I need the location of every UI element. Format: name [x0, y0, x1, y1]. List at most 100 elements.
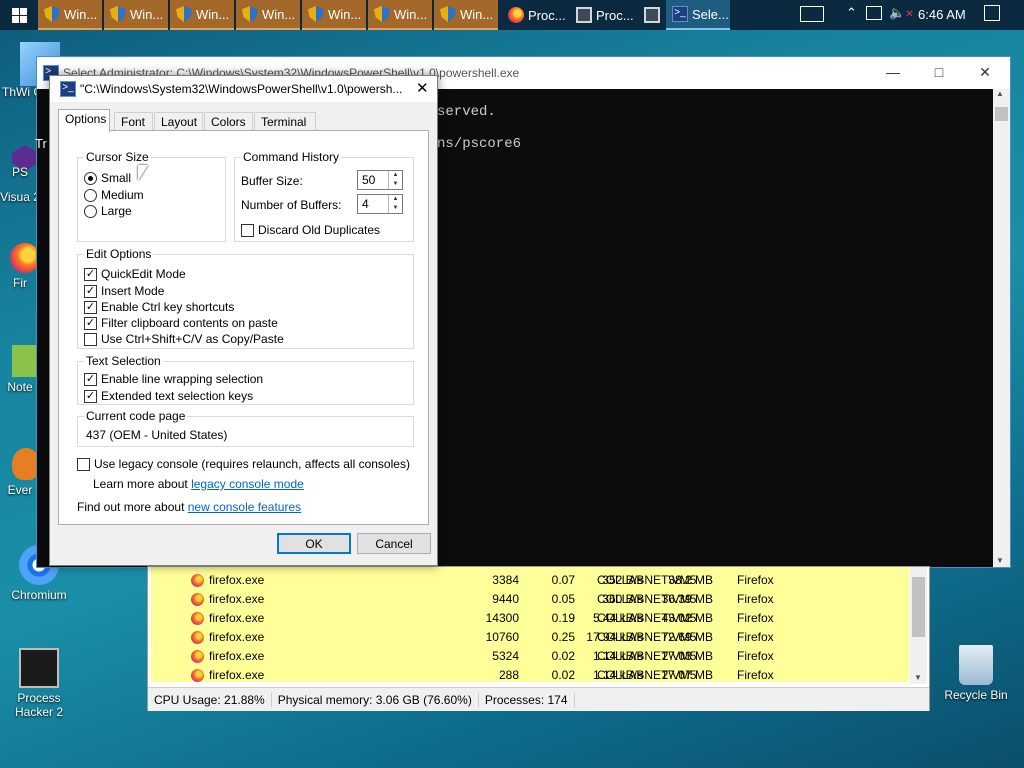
desktop-icon[interactable]: Process Hacker 2 — [1, 648, 77, 719]
cell-name: firefox.exe — [209, 630, 265, 644]
cursor-small-radio[interactable]: Small — [84, 171, 131, 185]
powershell-icon: >_ — [60, 81, 76, 97]
chevron-up-icon[interactable]: ⌃ — [846, 5, 857, 21]
console-features-link[interactable]: new console features — [188, 500, 301, 514]
tab-options[interactable]: Options — [58, 109, 110, 132]
checkbox-icon — [84, 332, 97, 346]
taskbar-item-label: Proc... — [596, 7, 634, 23]
ctrl-shift-cv-checkbox[interactable]: Use Ctrl+Shift+C/V as Copy/Paste — [84, 332, 284, 346]
dialog-titlebar: >_ "C:\Windows\System32\WindowsPowerShel… — [50, 76, 437, 102]
clock[interactable]: 6:46 AM — [918, 7, 966, 22]
taskbar-item[interactable]: Win... — [368, 0, 432, 30]
taskbar-item[interactable]: Win... — [38, 0, 102, 30]
taskbar-item[interactable]: Win... — [302, 0, 366, 30]
taskbar-item[interactable]: Win... — [236, 0, 300, 30]
discard-duplicates-checkbox[interactable]: Discard Old Duplicates — [241, 223, 380, 237]
tab-layout[interactable]: Layout — [154, 112, 203, 131]
process-list-scrollbar[interactable]: ▼ — [910, 567, 927, 684]
cell-desc: Firefox — [737, 592, 774, 606]
buffer-size-stepper[interactable]: 50 ▲ ▼ — [357, 170, 403, 190]
close-button[interactable]: ✕ — [962, 57, 1008, 87]
desktop-icon-label: PS — [11, 165, 28, 179]
buffer-size-value[interactable]: 50 — [358, 173, 388, 187]
filter-clipboard-checkbox[interactable]: ✓ Filter clipboard contents on paste — [84, 316, 278, 330]
maximize-button[interactable]: □ — [916, 57, 962, 87]
close-button[interactable]: ✕ — [416, 79, 429, 97]
taskbar: Win... Win... Win... Win... Win... Win..… — [0, 0, 1024, 30]
spin-down-icon[interactable]: ▼ — [389, 180, 402, 189]
cancel-button[interactable]: Cancel — [357, 533, 431, 554]
quickedit-checkbox[interactable]: ✓ QuickEdit Mode — [84, 267, 186, 281]
radio-icon — [84, 188, 97, 202]
firefox-icon — [191, 631, 204, 644]
desktop-icon-label: Ever — [7, 483, 33, 497]
taskbar-item[interactable]: Win... — [170, 0, 234, 30]
firefox-icon — [191, 612, 204, 625]
taskbar-item-label: Win... — [460, 6, 494, 22]
taskbar-item[interactable]: Win... — [104, 0, 168, 30]
taskbar-item[interactable]: Proc... — [502, 0, 568, 30]
scroll-down-icon[interactable]: ▼ — [996, 556, 1004, 565]
tab-font[interactable]: Font — [114, 112, 153, 131]
desktop-icon[interactable]: Note — [0, 345, 40, 394]
taskbar-item-active[interactable]: >_ Sele... — [666, 0, 730, 30]
ctrl-shortcuts-checkbox[interactable]: ✓ Enable Ctrl key shortcuts — [84, 300, 234, 314]
ok-button[interactable]: OK — [277, 533, 351, 554]
taskbar-item[interactable]: Win... — [434, 0, 498, 30]
tab-terminal[interactable]: Terminal — [254, 112, 316, 131]
console-scrollbar[interactable]: ▲ ▼ — [993, 89, 1010, 567]
code-page-group: Current code page 437 (OEM - United Stat… — [77, 409, 414, 447]
tab-colors[interactable]: Colors — [204, 112, 253, 131]
group-title: Edit Options — [84, 247, 154, 261]
checkbox-label: Enable Ctrl key shortcuts — [101, 300, 235, 314]
table-row[interactable]: firefox.exe 3384 0.07 352 B/s 38.2 MB COLLABN… — [151, 571, 909, 590]
minimize-button[interactable]: — — [870, 57, 916, 87]
taskbar-item[interactable]: Proc... — [570, 0, 636, 30]
mouse-cursor-icon — [138, 165, 148, 181]
taskbar-item-label: Win... — [328, 6, 362, 22]
options-panel: Cursor Size Small Medium Large Command H… — [58, 130, 429, 525]
line-wrapping-checkbox[interactable]: ✓ Enable line wrapping selection — [84, 372, 263, 386]
checkbox-label: Discard Old Duplicates — [258, 223, 381, 237]
console-line: served. — [437, 104, 496, 120]
network-icon[interactable] — [866, 6, 882, 20]
spin-down-icon[interactable]: ▼ — [389, 204, 402, 213]
insert-mode-checkbox[interactable]: ✓ Insert Mode — [84, 284, 164, 298]
process-count: Processes: 174 — [479, 692, 575, 707]
desktop-icon[interactable]: Recycle Bin — [938, 645, 1014, 702]
powershell-icon: >_ — [672, 6, 688, 22]
scroll-down-icon[interactable]: ▼ — [914, 673, 922, 682]
table-row[interactable]: firefox.exe 288 0.02 1.14 kB/s 27.07 MB COLLA… — [151, 666, 909, 682]
num-buffers-stepper[interactable]: 4 ▲ ▼ — [357, 194, 403, 214]
process-hacker-window: firefox.exe 3384 0.07 352 B/s 38.2 MB COLLABN… — [147, 566, 930, 711]
start-button[interactable] — [0, 0, 38, 30]
desktop-icon[interactable]: Ever — [0, 448, 40, 497]
volume-muted-icon[interactable]: 🔈✕ — [889, 5, 914, 21]
legacy-console-checkbox[interactable]: Use legacy console (requires relaunch, a… — [77, 457, 410, 471]
scrollbar-thumb[interactable] — [995, 107, 1008, 121]
num-buffers-value[interactable]: 4 — [358, 197, 388, 211]
desktop-icon[interactable]: Fir — [0, 243, 40, 290]
desktop-icon-label: Note — [7, 380, 33, 394]
spin-up-icon[interactable]: ▲ — [389, 195, 402, 204]
table-row[interactable]: firefox.exe 14300 0.19 5.44 kB/s 43.02 MB COL… — [151, 609, 909, 628]
checkbox-label: Enable line wrapping selection — [101, 372, 264, 386]
notifications-icon[interactable] — [984, 5, 1000, 21]
table-row[interactable]: firefox.exe 9440 0.05 360 B/s 36.39 MB COLLAB… — [151, 590, 909, 609]
group-title: Cursor Size — [84, 150, 151, 164]
cursor-medium-radio[interactable]: Medium — [84, 188, 144, 202]
cursor-large-radio[interactable]: Large — [84, 204, 132, 218]
extended-keys-checkbox[interactable]: ✓ Extended text selection keys — [84, 389, 253, 403]
table-row[interactable]: firefox.exe 5324 0.02 1.14 kB/s 27.03 MB COLL… — [151, 647, 909, 666]
cell-user: COLLABNET\VM5 — [597, 592, 697, 606]
cursor-size-group: Cursor Size Small Medium Large — [77, 150, 226, 242]
console-line: Tr — [35, 136, 47, 151]
spin-up-icon[interactable]: ▲ — [389, 171, 402, 180]
taskbar-item[interactable] — [638, 0, 666, 30]
scrollbar-thumb[interactable] — [912, 577, 925, 637]
scroll-up-icon[interactable]: ▲ — [996, 89, 1004, 98]
status-bar: CPU Usage: 21.88% Physical memory: 3.06 … — [148, 687, 929, 711]
table-row[interactable]: firefox.exe 10760 0.25 17.94 kB/s 72.69 MB CO… — [151, 628, 909, 647]
legacy-console-link[interactable]: legacy console mode — [191, 477, 304, 491]
news-icon[interactable] — [800, 6, 824, 22]
